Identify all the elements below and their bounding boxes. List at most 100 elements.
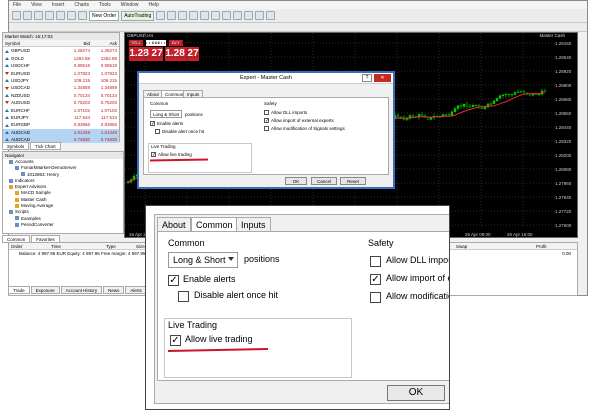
chevron-down-icon[interactable] bbox=[228, 257, 234, 261]
zoom-tab-about[interactable]: About bbox=[157, 217, 191, 232]
allow-external-checkbox[interactable]: ✓ bbox=[264, 118, 269, 124]
table-row[interactable]: AUDUSD 0.75203 0.75203 bbox=[3, 99, 119, 106]
col-ask[interactable]: Ask bbox=[92, 40, 119, 46]
table-row[interactable]: USDCHF 0.99519 0.99519 bbox=[3, 62, 119, 69]
positions-select[interactable]: Long & Short bbox=[150, 110, 182, 118]
menu-view[interactable]: View bbox=[31, 2, 42, 8]
navigator-icon[interactable] bbox=[56, 11, 65, 20]
zoomed-dialog: About Common Inputs Common Long & Short … bbox=[145, 205, 450, 410]
tree-node-label: Moving Average bbox=[21, 203, 54, 209]
ask-cell: 1.07102 bbox=[100, 107, 117, 113]
column-header[interactable]: Order bbox=[9, 243, 49, 249]
direction-icon bbox=[5, 86, 9, 90]
zoom-tab-common[interactable]: Common bbox=[191, 217, 238, 232]
table-row[interactable]: NZDUSD 0.70134 0.70134 bbox=[3, 92, 119, 99]
ok-button[interactable]: OK bbox=[285, 177, 307, 185]
candlestick-icon[interactable] bbox=[167, 11, 177, 20]
tile-icon[interactable] bbox=[211, 11, 221, 20]
market-watch-title: Market Watch: 16:17:03 bbox=[3, 33, 119, 40]
reset-button[interactable]: Reset bbox=[340, 177, 366, 185]
col-symbol[interactable]: Symbol bbox=[3, 40, 65, 46]
data-window-icon[interactable] bbox=[45, 11, 54, 20]
table-row[interactable]: EURJPY 117.534 117.534 bbox=[3, 114, 119, 121]
market-watch-icon[interactable] bbox=[34, 11, 43, 20]
table-row[interactable]: GOLD 1282.88 1282.88 bbox=[3, 55, 119, 62]
menu-tools[interactable]: Tools bbox=[99, 2, 111, 8]
column-header[interactable]: Type bbox=[104, 243, 134, 249]
zoom-allow-signal-checkbox[interactable] bbox=[370, 292, 381, 303]
zoom-allow-dll-checkbox[interactable] bbox=[370, 256, 381, 267]
menu-insert[interactable]: Insert bbox=[52, 2, 65, 8]
price-tick-label: 1.27720 bbox=[555, 209, 572, 214]
terminal-icon[interactable] bbox=[67, 11, 76, 20]
tree-node-icon bbox=[9, 210, 13, 215]
column-header[interactable]: Profit bbox=[534, 243, 574, 249]
candle-body bbox=[480, 107, 484, 109]
autoscroll-icon[interactable] bbox=[222, 11, 232, 20]
zoom-allow-external-checkbox[interactable]: ✓ bbox=[370, 274, 381, 285]
column-header[interactable]: Swap bbox=[454, 243, 534, 249]
tab-exposure[interactable]: Exposure bbox=[30, 286, 60, 294]
autotrading-button[interactable]: AutoTrading bbox=[121, 10, 155, 21]
menu-help[interactable]: Help bbox=[149, 2, 159, 8]
column-header[interactable]: Time bbox=[49, 243, 104, 249]
zoom-ok-button[interactable]: OK bbox=[387, 385, 445, 401]
cancel-button[interactable]: Cancel bbox=[311, 177, 337, 185]
line-chart-icon[interactable] bbox=[178, 11, 188, 20]
zoom-enable-alerts-checkbox[interactable]: ✓ bbox=[168, 275, 179, 286]
allow-dll-checkbox[interactable] bbox=[264, 110, 269, 115]
zoom-tab-inputs[interactable]: Inputs bbox=[236, 217, 271, 232]
tab-tick-chart[interactable]: Tick Chart bbox=[30, 142, 61, 150]
new-order-button[interactable]: New Order bbox=[89, 10, 120, 21]
tree-node-icon bbox=[9, 178, 13, 183]
dialog-title: Expert - Master Cash bbox=[139, 73, 393, 84]
enable-alerts-checkbox[interactable]: ✓ bbox=[150, 121, 155, 127]
candle-body bbox=[495, 98, 499, 102]
menu-window[interactable]: Window bbox=[121, 2, 139, 8]
candle-body bbox=[492, 100, 496, 104]
live-trading-title: Live Trading bbox=[151, 144, 176, 149]
candle-body bbox=[426, 117, 430, 120]
tab-news[interactable]: News bbox=[103, 286, 125, 294]
table-row[interactable]: EURGBP 0.83856 0.83856 bbox=[3, 121, 119, 128]
direction-icon bbox=[5, 57, 9, 61]
table-row[interactable]: GBPUSD 1.28274 1.28274 bbox=[3, 47, 119, 54]
tester-icon[interactable] bbox=[78, 11, 87, 20]
tab-account-history[interactable]: Account History bbox=[60, 286, 103, 294]
price-axis: 1.29160 1.29040 1.28920 1.28800 1.28680 1.285… bbox=[553, 33, 577, 233]
ask-cell: 0.75203 bbox=[100, 100, 117, 106]
allow-live-checkbox[interactable]: ✓ bbox=[151, 152, 156, 158]
periods-icon[interactable] bbox=[255, 11, 265, 20]
symbol-name: USDJPY bbox=[11, 77, 29, 83]
zoom-allow-live-checkbox[interactable]: ✓ bbox=[170, 335, 181, 346]
disable-alert-checkbox[interactable] bbox=[155, 129, 160, 134]
close-button[interactable]: ✕ bbox=[374, 74, 391, 82]
col-bid[interactable]: Bid bbox=[65, 40, 92, 46]
table-row[interactable]: EURCHF 1.07102 1.07102 bbox=[3, 107, 119, 114]
help-button[interactable]: ? bbox=[362, 74, 372, 82]
table-row[interactable]: EURUSD 1.07823 1.07823 bbox=[3, 70, 119, 77]
positions-label: positions bbox=[185, 112, 203, 117]
bar-chart-icon[interactable] bbox=[156, 11, 166, 20]
table-row[interactable]: USDCAD 1.34859 1.34859 bbox=[3, 84, 119, 91]
table-row[interactable]: USDJPY 109.215 109.215 bbox=[3, 77, 119, 84]
tab-symbols[interactable]: Symbols bbox=[2, 142, 30, 150]
tree-node-icon bbox=[15, 197, 19, 202]
zoom-in-icon[interactable] bbox=[189, 11, 199, 20]
profiles-icon[interactable] bbox=[23, 11, 32, 20]
list-item[interactable]: PeriodConverter bbox=[3, 222, 123, 228]
table-row[interactable]: AUDCAD 1.01348 1.01348 bbox=[3, 128, 119, 137]
tab-trade[interactable]: Trade bbox=[8, 286, 30, 294]
menu-charts[interactable]: Charts bbox=[74, 2, 89, 8]
indicators-icon[interactable] bbox=[244, 11, 254, 20]
allow-signal-checkbox[interactable] bbox=[264, 126, 269, 131]
tab-alerts[interactable]: Alerts bbox=[125, 286, 147, 294]
zoom-disable-alert-checkbox[interactable] bbox=[178, 291, 189, 302]
chart-shift-icon[interactable] bbox=[233, 11, 243, 20]
menu-file[interactable]: File bbox=[13, 2, 21, 8]
bid-cell: 0.70134 bbox=[73, 92, 90, 98]
zoom-out-icon[interactable] bbox=[200, 11, 210, 20]
templates-icon[interactable] bbox=[266, 11, 276, 20]
symbol-name: GBPUSD bbox=[11, 48, 31, 54]
new-chart-icon[interactable] bbox=[12, 11, 21, 20]
